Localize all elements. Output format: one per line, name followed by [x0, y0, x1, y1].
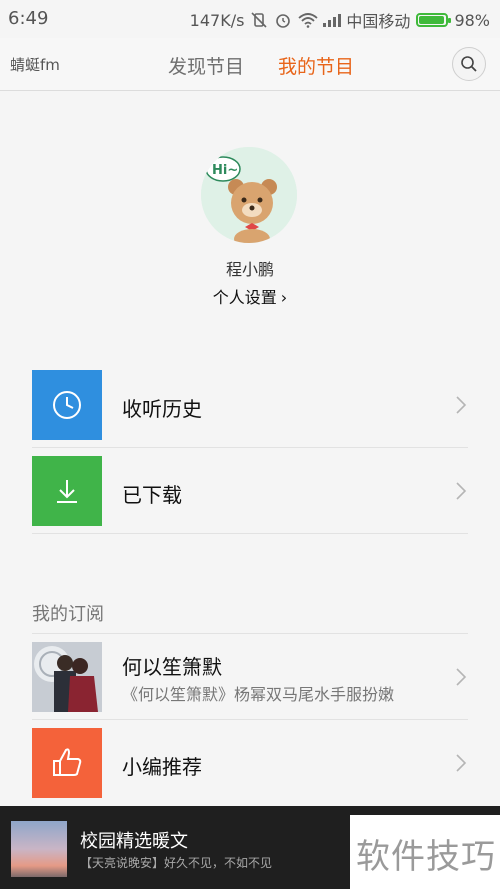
- watermark: 软件技巧: [350, 815, 500, 889]
- app-logo[interactable]: 蜻蜓fm: [10, 54, 60, 75]
- downloaded-tile: [32, 456, 102, 526]
- player-cover-image: [11, 821, 67, 877]
- search-button[interactable]: [452, 47, 486, 81]
- search-icon: [461, 56, 477, 72]
- subscription-subtitle: 《何以笙箫默》杨幂双马尾水手服扮嫩: [122, 685, 395, 704]
- download-icon: [57, 480, 77, 503]
- watermark-text: 软件技巧: [356, 837, 496, 877]
- personal-settings-link[interactable]: 个人设置 ›: [0, 284, 500, 308]
- editor-picks-tile: [32, 728, 102, 798]
- listen-history-row[interactable]: 收听历史: [32, 370, 468, 448]
- chevron-right-icon: ›: [280, 288, 288, 307]
- settings-label: 个人设置: [212, 288, 277, 307]
- status-time: 6:49: [8, 8, 49, 29]
- clock-icon: [53, 391, 81, 419]
- tab-my-programs[interactable]: 我的节目: [278, 52, 354, 79]
- chevron-right-icon: [456, 482, 467, 500]
- chevron-right-icon: [456, 668, 467, 686]
- status-bar: 6:49 147K/s 中国移动 98%: [0, 0, 500, 38]
- carrier-name: 中国移动: [346, 12, 411, 31]
- username: 程小鹏: [225, 260, 274, 279]
- signal-icon: [322, 12, 342, 28]
- player-title: 校园精选暖文: [80, 831, 188, 852]
- subscriptions-title: 我的订阅: [32, 604, 104, 625]
- network-speed: 147K/s: [189, 10, 245, 30]
- chevron-right-icon: [456, 396, 467, 414]
- battery-icon: [416, 13, 452, 27]
- downloaded-row[interactable]: 已下载: [32, 456, 468, 534]
- avatar[interactable]: Hi~: [201, 147, 297, 243]
- vibrate-off-icon: [250, 12, 268, 28]
- listen-history-tile: [32, 370, 102, 440]
- top-nav: 蜻蜓fm 发现节目 我的节目: [0, 38, 500, 91]
- subscription-item[interactable]: 何以笙箫默 《何以笙箫默》杨幂双马尾水手服扮嫩: [32, 633, 468, 720]
- alarm-icon: [274, 12, 292, 28]
- status-indicators: 147K/s 中国移动 98%: [190, 8, 490, 32]
- battery-percent: 98%: [454, 10, 490, 30]
- listen-history-label: 收听历史: [122, 397, 202, 421]
- chevron-right-icon: [456, 754, 467, 772]
- thumbs-up-icon: [53, 748, 82, 776]
- bear-avatar-image: Hi~: [201, 147, 297, 243]
- player-subtitle: 【天亮说晚安】好久不见，不如不见: [80, 856, 273, 870]
- tab-discover[interactable]: 发现节目: [168, 52, 244, 79]
- subscription-title: 何以笙箫默: [122, 655, 222, 679]
- editor-picks-label: 小编推荐: [122, 755, 202, 779]
- cover-image: [32, 642, 102, 712]
- downloaded-label: 已下载: [122, 483, 182, 507]
- avatar-greeting: Hi~: [212, 163, 238, 178]
- battery-fill: [419, 16, 445, 24]
- editor-picks-row[interactable]: 小编推荐: [32, 720, 468, 806]
- wifi-icon: [298, 12, 319, 28]
